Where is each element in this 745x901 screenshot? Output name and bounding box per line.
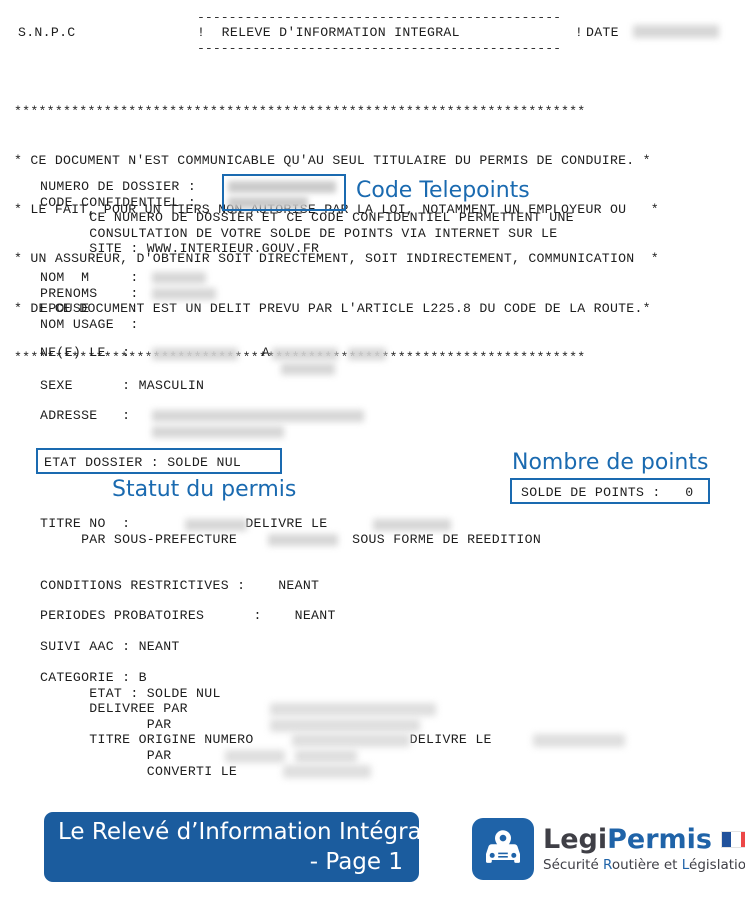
- brand-name-row: LegiPermis: [543, 823, 745, 855]
- french-flag-icon: [721, 831, 745, 848]
- suivi-aac-line: SUIVI AAC : NEANT: [40, 639, 180, 654]
- redacted-address-street: [152, 410, 364, 422]
- redacted-titre-origine-numero: [292, 734, 410, 747]
- tagline-seg-e: égislation: [689, 856, 745, 873]
- date-label: DATE: [586, 25, 619, 40]
- periodes-probatoires-line: PERIODES PROBATOIRES : NEANT: [40, 608, 336, 623]
- conditions-restrictives-line: CONDITIONS RESTRICTIVES : NEANT: [40, 578, 320, 593]
- redacted-prenoms: [152, 288, 216, 300]
- redacted-titre-numero: [185, 519, 247, 531]
- brand-name-part1: Legi: [543, 823, 608, 855]
- nombre-de-points-label: Nombre de points: [512, 450, 709, 475]
- tagline-seg-d: L: [681, 856, 690, 873]
- warning-star-top: ****************************************…: [14, 103, 586, 119]
- brand-text: LegiPermis Sécurité Routière et Législat…: [543, 823, 745, 874]
- redacted-date: [633, 25, 719, 38]
- brand-tagline: Sécurité Routière et Législation: [543, 856, 745, 874]
- page-title: ! RELEVE D'INFORMATION INTEGRAL !: [197, 25, 584, 40]
- redacted-birth-place-code: [348, 348, 386, 360]
- car-pin-icon: [472, 818, 534, 880]
- redacted-birth-country: [281, 363, 335, 375]
- redacted-converti-le: [283, 765, 371, 778]
- redacted-titre-origine-par-b: [295, 750, 357, 763]
- solde-points-value: SOLDE DE POINTS : 0: [521, 485, 694, 500]
- address-line: ADRESSE :: [40, 408, 131, 423]
- code-telepoints-highlight-box: [222, 174, 346, 211]
- legipermis-logo: LegiPermis Sécurité Routière et Législat…: [472, 818, 745, 880]
- redacted-nom: [152, 272, 206, 284]
- identity-block: NOM M : PRENOMS : EPOUSE : NOM USAGE :: [40, 270, 139, 332]
- tagline-seg-b: R: [603, 856, 612, 873]
- brand-name-part2: Permis: [607, 823, 712, 855]
- header-dash-bottom: ----------------------------------------…: [197, 41, 562, 56]
- footer-banner-line2: - Page 1: [309, 849, 403, 875]
- redacted-birth-place: [272, 348, 338, 360]
- statut-permis-label: Statut du permis: [112, 477, 297, 502]
- footer-banner-line1: Le Relevé d’Information Intégral: [58, 819, 429, 845]
- page-footer-banner: Le Relevé d’Information Intégral - Page …: [44, 812, 429, 882]
- sexe-line: SEXE : MASCULIN: [40, 378, 205, 393]
- redacted-delivree-par-2: [270, 719, 420, 732]
- redacted-address-city: [152, 426, 284, 438]
- tagline-seg-c: outière et: [611, 856, 682, 873]
- redacted-titre-origine-delivre-le: [533, 734, 625, 747]
- redacted-birth-date: [152, 348, 238, 360]
- header-dash-top: ----------------------------------------…: [197, 10, 562, 25]
- redacted-delivree-par: [270, 703, 436, 716]
- warning-line: * CE DOCUMENT N'EST COMMUNICABLE QU'AU S…: [14, 153, 651, 169]
- code-telepoints-label: Code Telepoints: [356, 178, 530, 203]
- redacted-titre-origine-par-a: [225, 750, 285, 763]
- redacted-sous-prefecture: [268, 534, 338, 546]
- redacted-titre-delivre-le: [373, 519, 451, 531]
- etat-dossier-value: ETAT DOSSIER : SOLDE NUL: [44, 455, 242, 470]
- tagline-seg-a: Sécurité: [543, 856, 604, 873]
- brand-wordmark: LegiPermis: [543, 823, 712, 855]
- org-label: S.N.P.C: [18, 25, 76, 40]
